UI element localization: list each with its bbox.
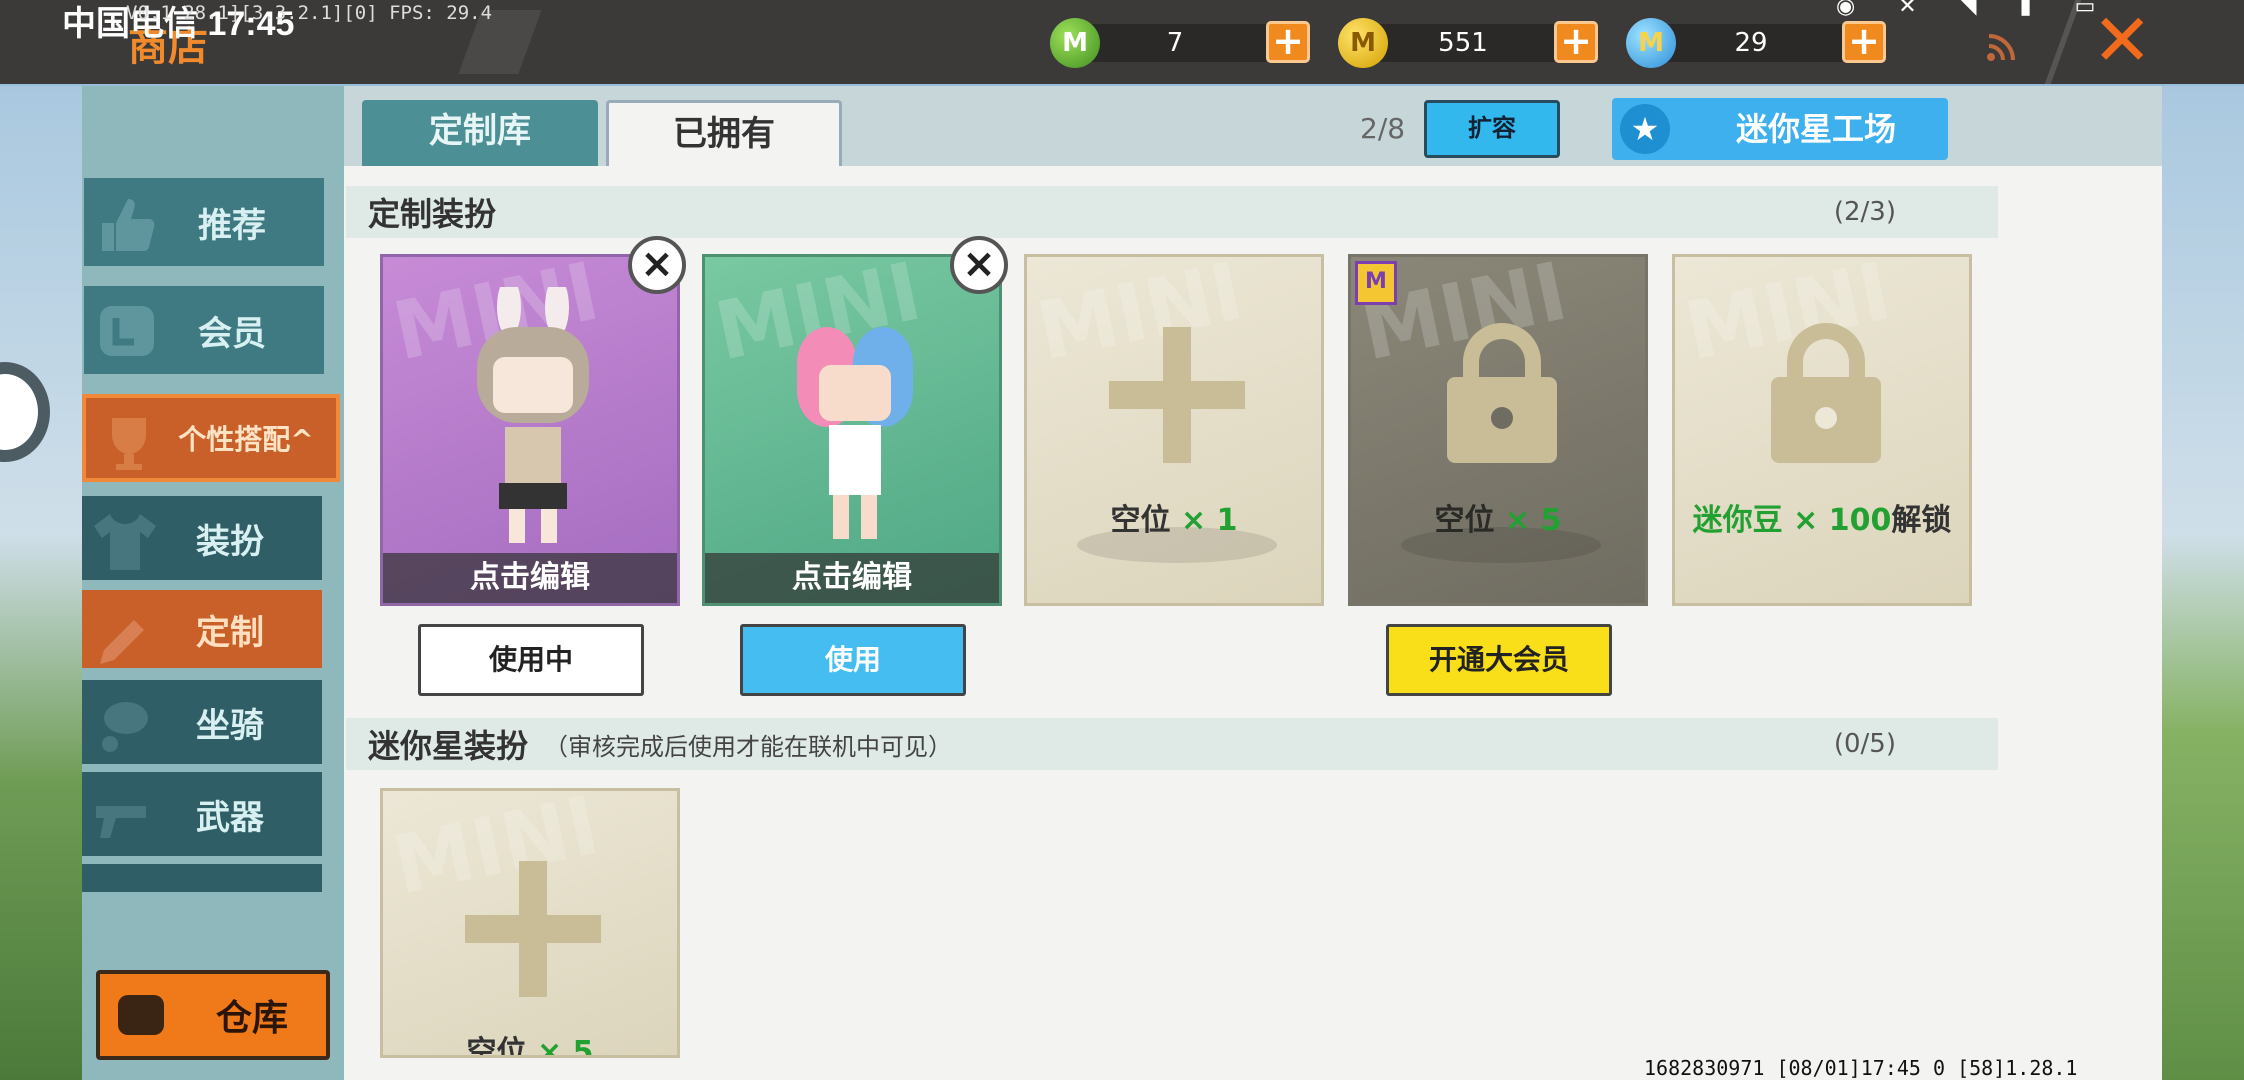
footer-info: 1682830971 [08/01]17:45 0 [58]1.28.1 [1644, 1056, 2078, 1080]
vip-badge-icon: M [1355, 261, 1397, 305]
capacity-count: 2/8 [1360, 112, 1406, 145]
top-bar: 商店 中国电信 17:45 V0.1 28.1][3.3.2.1][0] FPS… [0, 0, 2244, 84]
warehouse-button[interactable]: 仓库 [96, 970, 330, 1060]
section-title: 迷你星装扮 [368, 727, 529, 765]
green-mini-coin-icon: M [1050, 18, 1100, 68]
gold-mini-coin-icon: M [1338, 18, 1388, 68]
ministar-outfit-header: 迷你星装扮 （审核完成后使用才能在联机中可见） (0/5) [346, 718, 1998, 770]
sidebar-item-mount[interactable]: 坐骑 [82, 680, 322, 764]
slot-label: 空位 × 1 [1110, 503, 1238, 538]
add-currency-button[interactable]: + [1554, 21, 1598, 63]
background-scenery-left [0, 86, 82, 1080]
avatar-preview [477, 287, 589, 543]
chest-icon [118, 995, 164, 1035]
section-count: (2/3) [1833, 197, 1896, 227]
section-count: (0/5) [1833, 729, 1896, 759]
custom-outfit-card[interactable]: MINI 点击编辑 [702, 254, 1002, 606]
sidebar-item-more[interactable] [82, 864, 322, 892]
star-icon: ★ [1620, 104, 1670, 154]
use-button[interactable]: 使用 [740, 624, 966, 696]
sidebar-item-label: 定制 [196, 612, 264, 653]
plus-icon [465, 861, 601, 997]
delete-outfit-button[interactable]: × [628, 236, 686, 294]
section-title: 定制装扮 [368, 195, 497, 233]
warehouse-label: 仓库 [216, 998, 289, 1039]
locked-beans-slot-card[interactable]: MINI 迷你豆 × 100解锁 [1672, 254, 1972, 606]
blue-mini-coin-icon: M [1626, 18, 1676, 68]
signal-icon [1987, 34, 2015, 61]
expand-button[interactable]: 扩容 [1424, 100, 1560, 158]
chevron-up-icon: ^ [290, 423, 314, 456]
main-panel: 定制库 已拥有 2/8 扩容 ★ 迷你星工场 定制装扮 (2/3) MINI 点 [344, 86, 2162, 1080]
sidebar-item-outfit[interactable]: 装扮 [82, 496, 322, 580]
lock-icon [1771, 323, 1881, 463]
trophy-icon [112, 418, 146, 470]
currency-value: 551 [1438, 28, 1488, 58]
shirt-icon [94, 514, 156, 570]
click-to-edit-label: 点击编辑 [705, 553, 999, 603]
background-scenery-right [2160, 86, 2244, 1080]
click-to-edit-label: 点击编辑 [383, 553, 677, 603]
delete-outfit-button[interactable]: × [950, 236, 1008, 294]
custom-outfit-card[interactable]: MINI 点击编辑 [380, 254, 680, 606]
lock-icon [1447, 323, 1557, 463]
factory-label: 迷你星工场 [1736, 110, 1897, 148]
debug-overlay: V0.1 28.1][3.3.2.1][0] FPS: 29.4 [126, 2, 493, 24]
tab-owned[interactable]: 已拥有 [606, 100, 842, 166]
in-use-button[interactable]: 使用中 [418, 624, 644, 696]
sidebar-item-label: 会员 [198, 313, 266, 354]
add-currency-button[interactable]: + [1266, 21, 1310, 63]
mount-icon [102, 702, 148, 752]
sidebar-item-personal-style[interactable]: 个性搭配^ [82, 394, 340, 482]
section-note: （审核完成后使用才能在联机中可见） [544, 732, 953, 761]
thumbs-up-icon [102, 199, 155, 251]
gun-icon [96, 806, 146, 838]
empty-slot-card[interactable]: MINI 空位 × 1 [1024, 254, 1324, 606]
slot-label: 空位 × 5 [1434, 503, 1562, 538]
pencil-icon [100, 620, 144, 664]
sidebar-item-label: 坐骑 [196, 705, 264, 746]
custom-outfit-header: 定制装扮 (2/3) [346, 186, 1998, 238]
sidebar-item-label: 推荐 [198, 205, 266, 246]
status-icons: ◉ ✕ ◥ ▮ ▭ [1836, 0, 2114, 19]
sidebar-item-recommend[interactable]: 推荐 [84, 178, 324, 266]
sidebar-item-label: 装扮 [196, 521, 264, 562]
member-icon [100, 306, 154, 356]
currency-value: 29 [1734, 28, 1768, 58]
add-currency-button[interactable]: + [1842, 21, 1886, 63]
plus-icon [1109, 327, 1245, 463]
sidebar-item-label: 个性搭配^ [178, 423, 314, 456]
slot-label: 空位 × 5 [466, 1035, 594, 1058]
close-button[interactable]: ✕ [2092, 4, 2152, 76]
open-vip-button[interactable]: 开通大会员 [1386, 624, 1612, 696]
sidebar-item-weapon[interactable]: 武器 [82, 772, 322, 856]
ministar-factory-button[interactable]: ★ 迷你星工场 [1612, 98, 1948, 160]
empty-slot-card[interactable]: MINI 空位 × 5 [380, 788, 680, 1058]
sidebar-item-member[interactable]: 会员 [84, 286, 324, 374]
tab-custom-library[interactable]: 定制库 [362, 100, 598, 166]
sidebar-item-label: 武器 [196, 797, 264, 838]
content-area: 定制装扮 (2/3) MINI 点击编辑 × 使用中 MINI 点击编辑 × 使… [344, 166, 2162, 1080]
sidebar-item-custom[interactable]: 定制 [82, 590, 322, 668]
locked-vip-slot-card[interactable]: MINI M 空位 × 5 [1348, 254, 1648, 606]
avatar-preview [797, 327, 913, 539]
currency-value: 7 [1166, 28, 1184, 58]
unlock-label: 迷你豆 × 100解锁 [1692, 503, 1952, 538]
